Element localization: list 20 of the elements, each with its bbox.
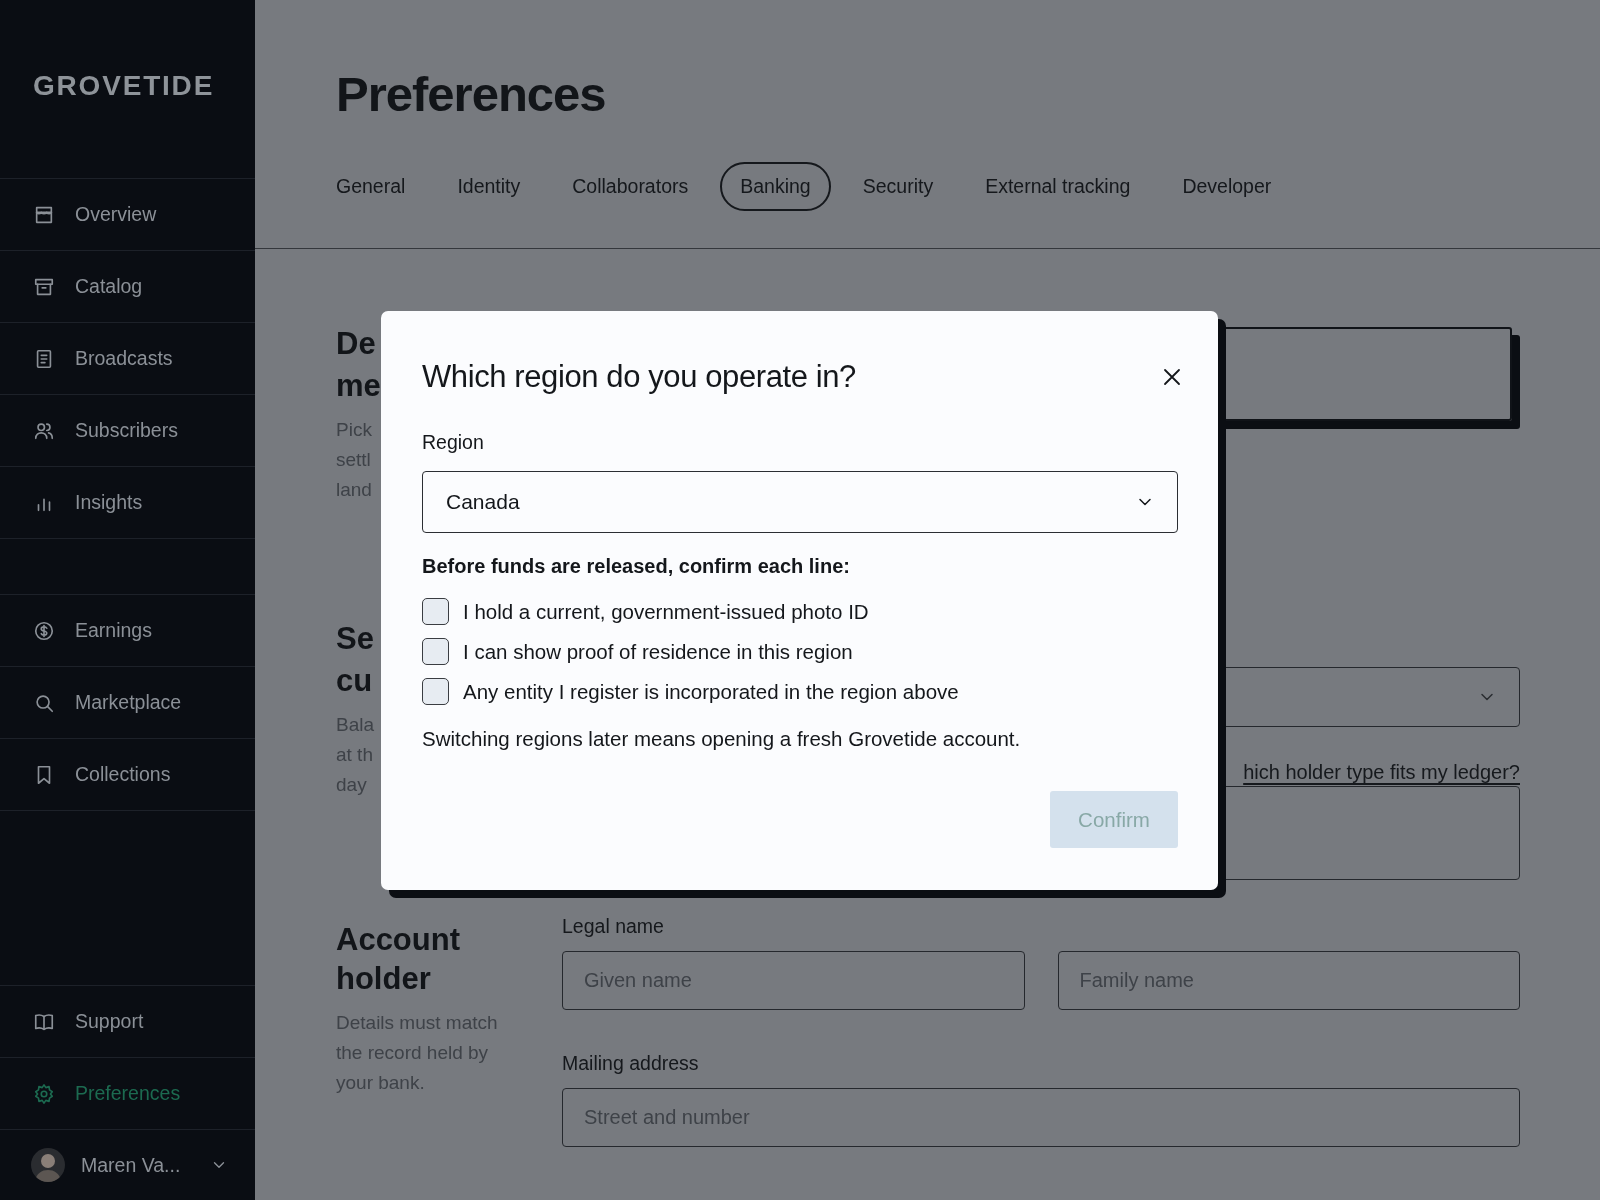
section-description: settl — [336, 448, 372, 472]
field-label: Region — [422, 431, 484, 454]
dialog-note: Switching regions later means opening a fresh Grovetide account. — [422, 727, 1021, 751]
section-heading: Se — [336, 620, 375, 658]
section-description: Bala — [336, 713, 376, 737]
section-heading: cu — [336, 662, 374, 700]
dialog-title: Which region do you operate in? — [422, 359, 856, 395]
field-label: Mailing address — [562, 1052, 699, 1075]
section-heading: Account holder — [336, 921, 461, 998]
field-label: Legal name — [562, 915, 664, 938]
page-title: Preferences — [336, 66, 606, 123]
section-heading: De — [336, 325, 377, 363]
section-heading: me — [336, 367, 381, 405]
checklist-title: Before funds are released, confirm each line: — [422, 555, 850, 578]
section-description: at th — [336, 743, 374, 767]
section-description: land — [336, 478, 373, 502]
section-description: Pick — [336, 418, 373, 442]
logo: GROVETIDE — [33, 70, 215, 102]
section-description: day — [336, 773, 368, 797]
section-description: Details must match the record held by your bank. — [336, 1011, 499, 1095]
